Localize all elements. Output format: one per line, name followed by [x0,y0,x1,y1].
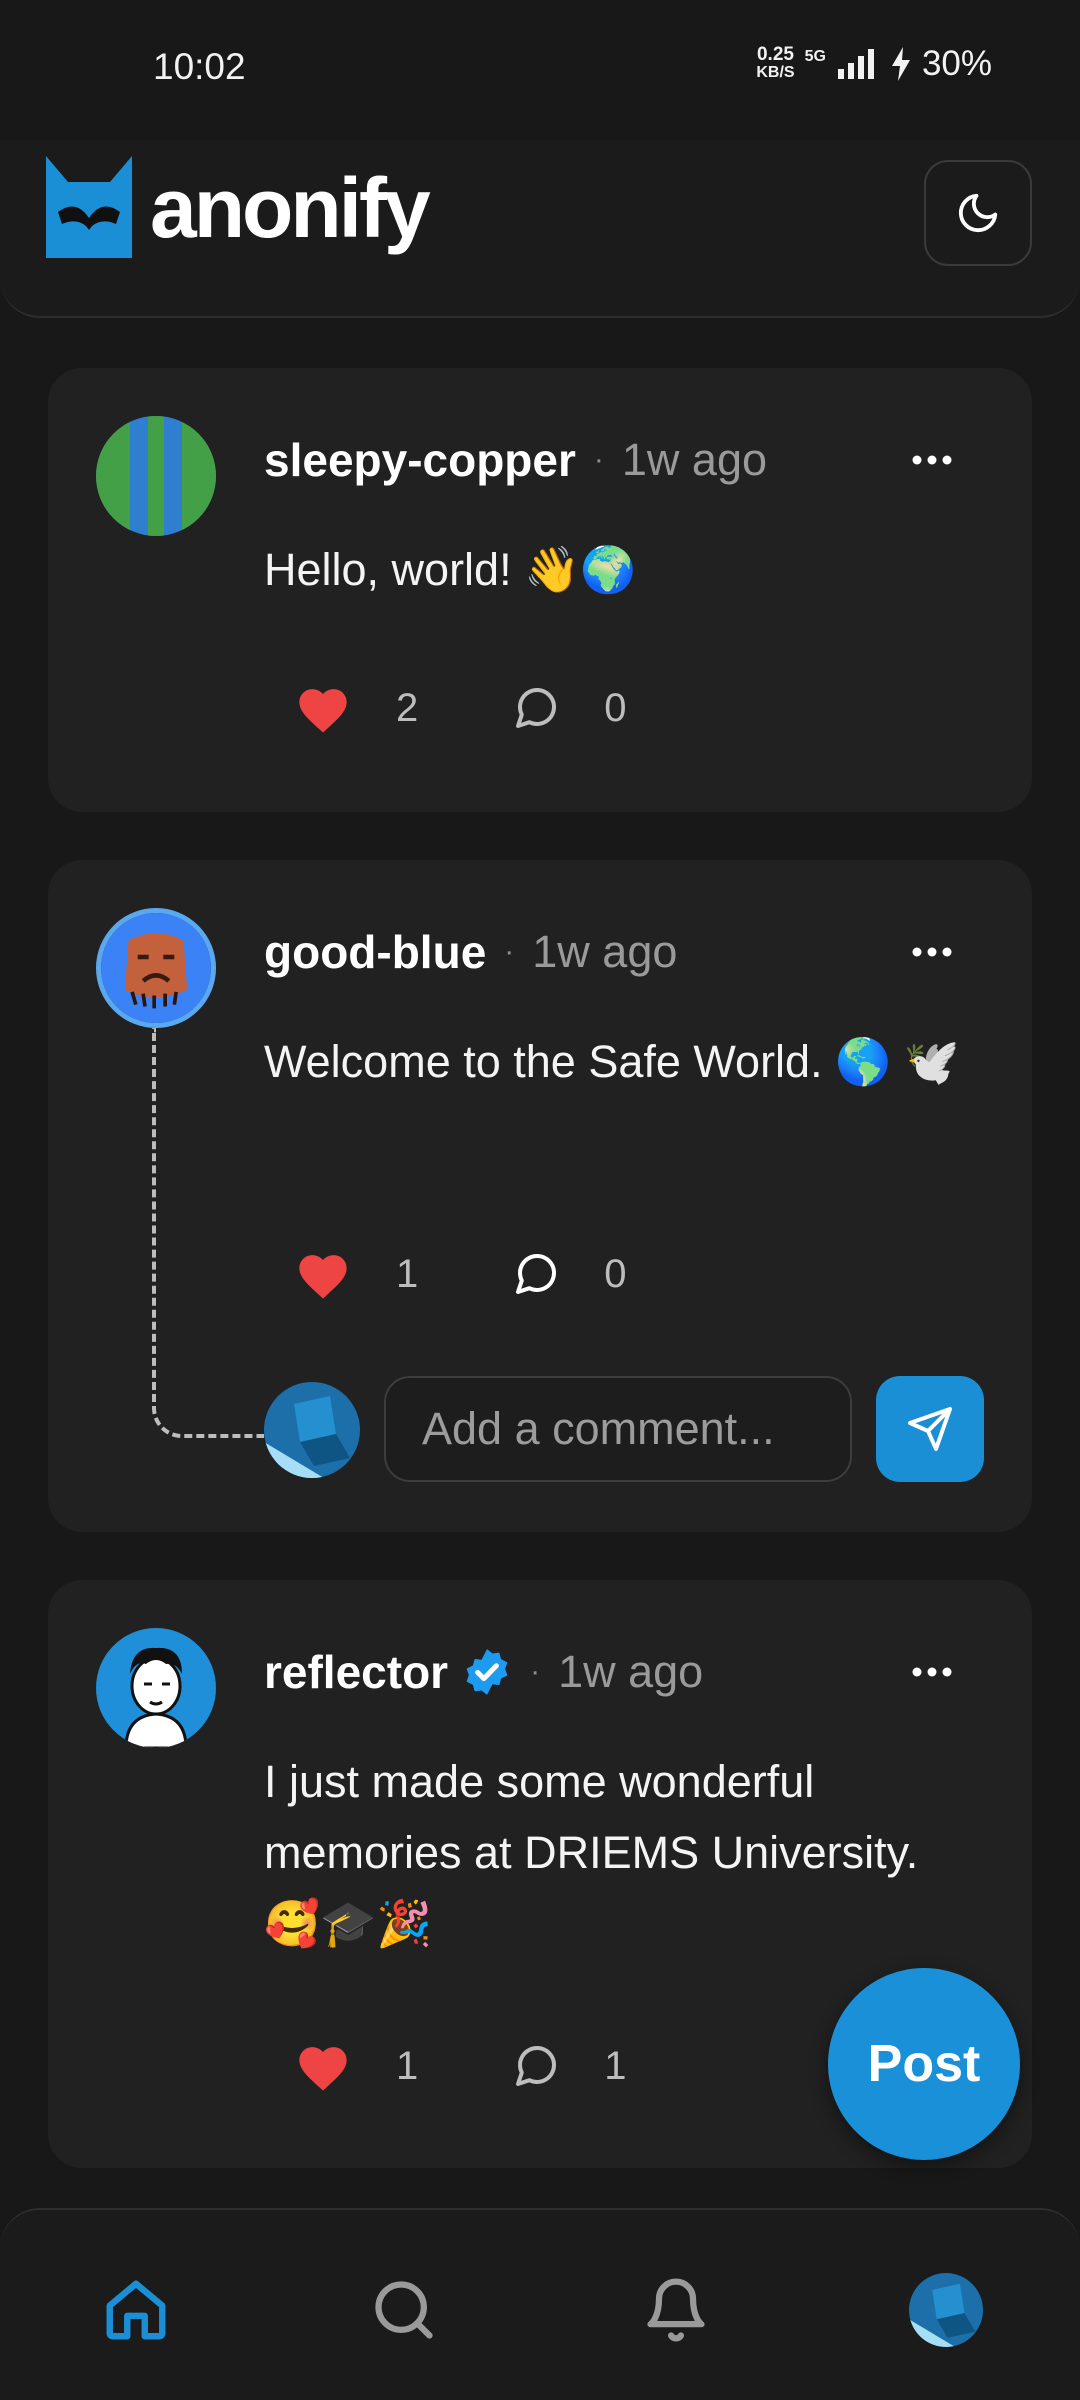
post-header: good-blue · 1w ago [264,922,677,982]
nav-profile[interactable] [906,2270,986,2350]
separator-dot: · [593,443,604,476]
avatar-image [96,1628,216,1748]
status-indicators: 0.25 KB/S 5G 30% [756,44,992,84]
like-count: 1 [396,2043,419,2088]
status-time: 10:02 [153,46,246,87]
nav-home[interactable] [96,2270,176,2350]
status-bar: 10:02 0.25 KB/S 5G 30% [0,0,1080,140]
avatar[interactable] [96,1628,216,1748]
bottom-navigation [0,2208,1080,2400]
network-speed-value: 0.25 [756,44,794,65]
separator-dot: · [530,1655,541,1688]
nav-search[interactable] [364,2270,444,2350]
more-options-button[interactable] [902,430,962,490]
network-speed-unit: KB/S [756,64,795,81]
post-timestamp: 1w ago [558,1646,704,1697]
charging-icon [891,47,910,81]
heart-icon [299,2047,347,2091]
avatar-image [101,913,211,1023]
app-header: anonify [0,140,1080,318]
post-card: sleepy-copper · 1w ago Hello, world! 👋🌍 … [48,368,1032,812]
comment-button[interactable]: 0 [512,1250,627,1298]
search-icon [375,2281,433,2339]
post-card: good-blue · 1w ago Welcome to the Safe W… [48,860,1032,1532]
username[interactable]: sleepy-copper [264,433,576,487]
more-horizontal-icon [912,1667,952,1677]
username[interactable]: reflector [264,1645,448,1699]
post-actions: 1 1 [294,2036,627,2096]
nav-notifications[interactable] [636,2270,716,2350]
moon-icon [958,193,998,233]
post-timestamp: 1w ago [532,926,678,977]
profile-avatar [909,2273,983,2347]
post-header: sleepy-copper · 1w ago [264,430,767,490]
separator-dot: · [504,935,515,968]
post-text: Hello, world! 👋🌍 [264,544,637,595]
comment-count: 0 [604,1251,627,1296]
comment-input[interactable] [384,1376,852,1482]
send-icon [908,1407,952,1451]
more-options-button[interactable] [902,1642,962,1702]
send-comment-button[interactable] [876,1376,984,1482]
comment-bubble-icon [516,687,557,728]
comment-count: 0 [604,685,627,730]
network-type: 5G [804,48,826,65]
network-speed: 0.25 KB/S [756,44,795,82]
avatar[interactable] [96,908,216,1028]
post-header: reflector · 1w ago [264,1642,703,1702]
avatar-image [909,2273,983,2347]
home-icon [106,2280,166,2340]
post-actions: 1 0 [294,1244,627,1304]
bell-icon [647,2278,705,2342]
heart-icon [299,1255,347,1299]
new-post-button[interactable]: Post [828,1968,1020,2160]
avatar-image [96,416,216,536]
comment-button[interactable]: 1 [512,2042,627,2090]
like-button[interactable]: 2 [294,682,418,734]
more-horizontal-icon [912,947,952,957]
comment-button[interactable]: 0 [512,684,627,732]
avatar-image [264,1382,360,1478]
verified-badge-icon [466,1649,508,1695]
comment-bubble-icon [516,2045,557,2086]
post-actions: 2 0 [294,678,627,738]
like-count: 2 [396,685,419,730]
avatar[interactable] [96,416,216,536]
thread-connector [152,1028,264,1438]
battery-level: 30% [921,44,992,83]
app-screen: 10:02 0.25 KB/S 5G 30% anonify sleepy-co… [0,0,1080,2400]
post-text: I just made some wonderful memories at D… [264,1756,919,1949]
comment-count: 1 [604,2043,627,2088]
current-user-avatar [264,1382,360,1478]
more-options-button[interactable] [902,922,962,982]
post-text: Welcome to the Safe World. 🌎 🕊️ [264,1036,960,1087]
like-count: 1 [396,1251,419,1296]
theme-toggle-button[interactable] [924,160,1032,266]
mask-logo-icon [46,156,132,258]
like-button[interactable]: 1 [294,2040,418,2092]
comment-bubble-icon [516,1253,557,1294]
app-title: anonify [150,161,431,255]
more-horizontal-icon [912,455,952,465]
signal-icon [837,49,874,79]
username[interactable]: good-blue [264,925,486,979]
like-button[interactable]: 1 [294,1248,418,1300]
heart-icon [299,689,347,733]
post-timestamp: 1w ago [621,434,768,485]
